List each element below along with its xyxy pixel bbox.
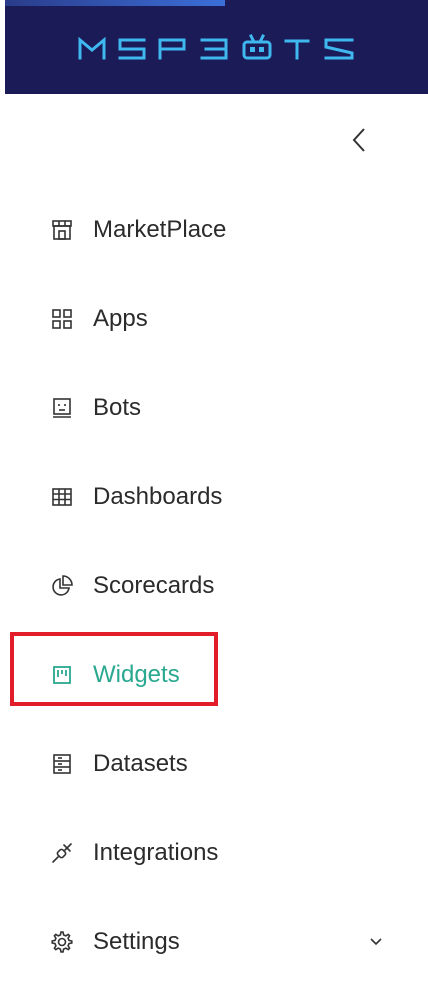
- dataset-icon: [50, 752, 74, 776]
- sidebar-item-label: Widgets: [93, 660, 180, 688]
- sidebar-item-scorecards[interactable]: Scorecards: [0, 541, 428, 630]
- plug-icon: [50, 841, 74, 865]
- sidebar-menu: MarketPlace Apps Bots Dashboards Scoreca…: [0, 185, 428, 985]
- gear-icon: [50, 930, 74, 954]
- bot-face-icon: [50, 396, 74, 420]
- apps-grid-icon: [50, 307, 74, 331]
- sidebar-item-label: MarketPlace: [93, 215, 227, 243]
- sidebar-item-label: Apps: [93, 304, 148, 332]
- pie-chart-icon: [50, 574, 74, 598]
- mspbots-logo[interactable]: [5, 30, 428, 64]
- widget-icon: [50, 663, 74, 687]
- collapse-sidebar-button[interactable]: [344, 122, 374, 158]
- chevron-left-icon: [352, 128, 365, 152]
- sidebar-item-integrations[interactable]: Integrations: [0, 808, 428, 897]
- sidebar-item-label: Scorecards: [93, 571, 215, 599]
- sidebar-item-widgets[interactable]: Widgets: [0, 630, 428, 719]
- sidebar-item-settings[interactable]: Settings: [0, 897, 428, 985]
- sidebar-item-datasets[interactable]: Datasets: [0, 719, 428, 808]
- top-strip: [5, 0, 225, 6]
- sidebar-item-marketplace[interactable]: MarketPlace: [0, 185, 428, 274]
- sidebar-item-dashboards[interactable]: Dashboards: [0, 452, 428, 541]
- sidebar-item-label: Settings: [93, 927, 180, 955]
- table-grid-icon: [50, 485, 74, 509]
- sidebar-item-label: Bots: [93, 393, 142, 421]
- chevron-down-icon[interactable]: [366, 932, 386, 952]
- sidebar-item-apps[interactable]: Apps: [0, 274, 428, 363]
- sidebar-item-label: Datasets: [93, 749, 188, 777]
- app-header: [5, 0, 428, 94]
- sidebar-item-label: Dashboards: [93, 482, 223, 510]
- sidebar-item-bots[interactable]: Bots: [0, 363, 428, 452]
- store-icon: [50, 218, 74, 242]
- page: MarketPlace Apps Bots Dashboards Scoreca…: [0, 0, 428, 985]
- sidebar-item-label: Integrations: [93, 838, 219, 866]
